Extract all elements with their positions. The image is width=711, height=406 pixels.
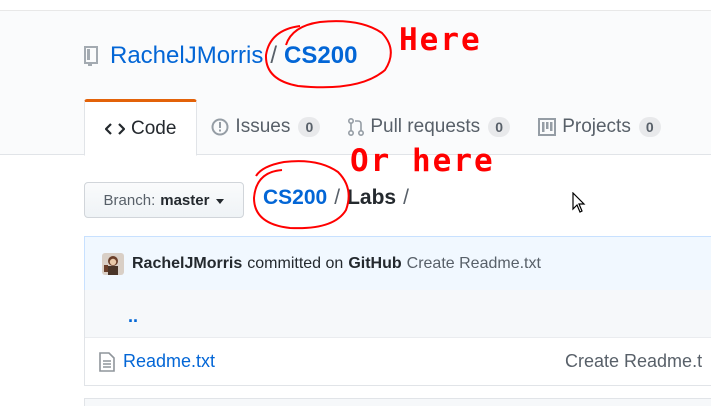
tab-code-label: Code xyxy=(131,117,177,139)
list-item: Readme.txt Create Readme.t xyxy=(85,338,711,386)
annotation-here: Here xyxy=(399,22,482,58)
repo-name-link[interactable]: CS200 xyxy=(284,42,357,70)
tab-pull-requests-label: Pull requests xyxy=(370,115,481,137)
mouse-cursor-icon xyxy=(572,191,586,219)
tab-projects-label: Projects xyxy=(562,115,631,137)
tab-code[interactable]: Code xyxy=(84,99,198,156)
issue-icon xyxy=(211,118,229,136)
commit-author-link[interactable]: RachelJMorris xyxy=(132,255,242,273)
issues-count-badge: 0 xyxy=(298,116,321,137)
pull-request-icon xyxy=(348,117,365,137)
chevron-down-icon xyxy=(216,198,225,204)
repo-icon xyxy=(84,46,98,66)
file-name-link[interactable]: Readme.txt xyxy=(123,351,215,372)
breadcrumb-current: Labs xyxy=(347,186,397,209)
code-icon xyxy=(105,122,125,136)
breadcrumb-separator: / xyxy=(334,186,341,209)
annotation-or-here: Or here xyxy=(350,143,495,179)
repo-title: RachelJMorris / CS200 xyxy=(84,42,357,70)
projects-count-badge: 0 xyxy=(638,116,661,137)
branch-select-button[interactable]: Branch: master xyxy=(84,182,244,218)
latest-commit-bar: RachelJMorris committed on GitHub Create… xyxy=(84,236,711,291)
breadcrumb-separator-end: / xyxy=(403,186,409,209)
commit-text: committed on xyxy=(247,254,344,272)
avatar[interactable] xyxy=(102,252,124,275)
repo-header: RachelJMorris / CS200 Code Issues 0 Pull… xyxy=(0,0,711,156)
branch-prefix: Branch: xyxy=(103,191,156,209)
breadcrumb: CS200 / Labs / xyxy=(263,186,416,210)
list-item-parent-dir: .. xyxy=(85,290,711,338)
file-list: .. Readme.txt Create Readme.t xyxy=(84,290,711,386)
repo-owner-link[interactable]: RachelJMorris xyxy=(110,42,263,70)
commit-message-link[interactable]: Create Readme.txt xyxy=(407,255,541,273)
branch-name: master xyxy=(160,191,210,209)
commit-committer: GitHub xyxy=(348,254,402,272)
readme-box-edge xyxy=(84,398,711,406)
file-commit-message-link[interactable]: Create Readme.t xyxy=(565,351,702,372)
breadcrumb-root-link[interactable]: CS200 xyxy=(263,186,327,210)
file-icon xyxy=(99,351,115,372)
tab-projects[interactable]: Projects 0 xyxy=(524,99,675,154)
pull-requests-count-badge: 0 xyxy=(488,116,511,137)
parent-directory-link[interactable]: .. xyxy=(128,306,138,327)
project-icon xyxy=(538,117,557,136)
top-bar xyxy=(0,0,711,11)
tab-issues[interactable]: Issues 0 xyxy=(197,99,334,154)
repo-path-separator: / xyxy=(270,42,278,69)
tab-issues-label: Issues xyxy=(235,115,291,137)
